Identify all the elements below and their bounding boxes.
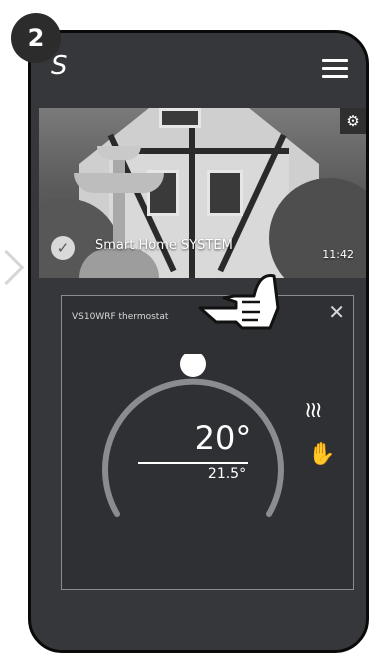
temperature-divider [138, 462, 248, 464]
home-name: Smart Home SYSTEM [95, 238, 233, 253]
dial-handle [180, 354, 206, 377]
device-name[interactable]: VS10WRF thermostat [72, 312, 168, 322]
gear-icon[interactable]: ⚙ [340, 108, 366, 134]
manual-hand-icon: ✋ [308, 442, 336, 467]
home-time: 11:42 [322, 248, 354, 261]
hamburger-menu-icon[interactable] [322, 59, 348, 78]
heating-icon: ≀≀≀ [304, 398, 323, 423]
home-card[interactable]: ⚙ ✓ Smart Home SYSTEM 11:42 [39, 108, 366, 278]
set-temperature: 20° [194, 419, 252, 457]
close-icon[interactable]: ✕ [328, 302, 345, 322]
checkmark-icon: ✓ [51, 236, 75, 260]
thermostat-card[interactable]: VS10WRF thermostat ✕ 20° 21.5° ≀≀≀ ✋ [61, 295, 354, 590]
app-logo: S [51, 51, 68, 81]
pointing-hand-icon [198, 274, 280, 330]
side-chevron-decoration [0, 249, 25, 286]
fountain-photo [69, 138, 169, 278]
phone-frame: S ⚙ ✓ Smart Home SYSTEM 11:42 VS10WRF th… [28, 30, 369, 653]
current-temperature: 21.5° [207, 466, 247, 482]
step-number-badge: 2 [11, 13, 61, 63]
house-window [159, 108, 201, 128]
house-window [207, 170, 243, 216]
